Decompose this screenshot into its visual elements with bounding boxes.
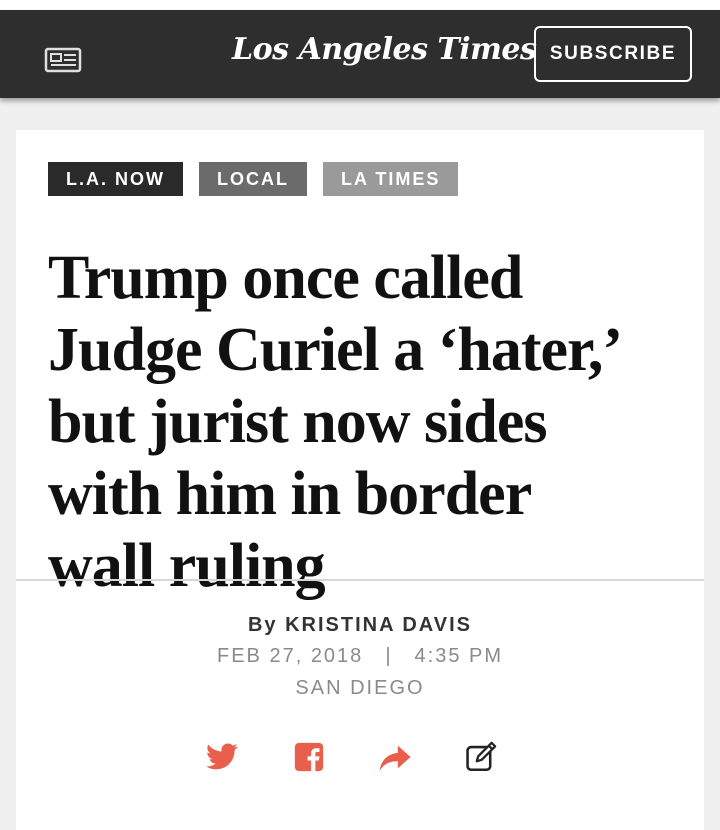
byline: By KRISTINA DAVIS bbox=[16, 610, 704, 640]
byline-prefix: By bbox=[247, 614, 278, 636]
status-strip bbox=[0, 0, 720, 10]
dateline: FEB 27, 2018 | 4:35 PM bbox=[16, 640, 704, 672]
publish-date: FEB 27, 2018 bbox=[217, 645, 364, 667]
divider bbox=[16, 579, 704, 581]
article-card: L.A. NOW LOCAL LA TIMES Trump once calle… bbox=[16, 130, 704, 830]
twitter-icon[interactable] bbox=[205, 740, 239, 774]
site-logo[interactable]: Los Angeles Times bbox=[232, 32, 537, 67]
share-bar bbox=[16, 740, 704, 780]
newspaper-icon[interactable] bbox=[44, 45, 84, 73]
tag-la-times[interactable]: LA TIMES bbox=[323, 162, 459, 196]
edit-icon[interactable] bbox=[464, 740, 498, 774]
facebook-icon[interactable] bbox=[292, 740, 326, 774]
tag-local[interactable]: LOCAL bbox=[199, 162, 307, 196]
article-headline: Trump once called Judge Curiel a ‘hater,… bbox=[48, 244, 618, 600]
share-icon[interactable] bbox=[378, 740, 412, 774]
date-separator: | bbox=[385, 645, 393, 667]
publish-time: 4:35 PM bbox=[414, 645, 503, 667]
top-navigation-bar: Los Angeles Times SUBSCRIBE bbox=[0, 10, 720, 98]
tag-la-now[interactable]: L.A. NOW bbox=[48, 162, 183, 196]
author-link[interactable]: KRISTINA DAVIS bbox=[285, 614, 472, 636]
subscribe-button[interactable]: SUBSCRIBE bbox=[534, 26, 692, 82]
location: SAN DIEGO bbox=[295, 677, 425, 699]
section-tags: L.A. NOW LOCAL LA TIMES bbox=[48, 162, 459, 196]
article-meta: By KRISTINA DAVIS FEB 27, 2018 | 4:35 PM S… bbox=[16, 610, 704, 704]
